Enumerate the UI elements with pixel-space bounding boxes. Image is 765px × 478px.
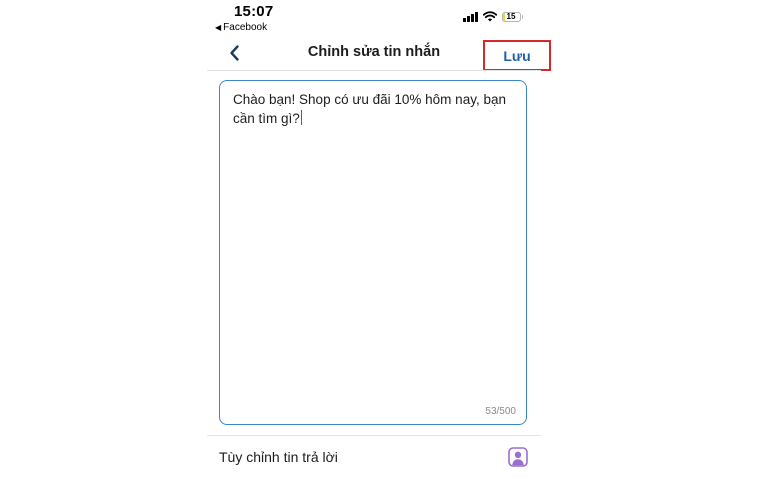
back-to-app-link[interactable]: ◀ Facebook [215,22,267,33]
status-icons: 15 [463,11,523,22]
header-divider [207,70,541,71]
custom-reply-label: Tùy chỉnh tin trả lời [219,449,338,465]
wifi-icon [482,11,497,22]
message-text-field[interactable]: Chào bạn! Shop có ưu đãi 10% hôm nay, bạ… [233,90,518,128]
character-count: 53/500 [485,406,516,417]
battery-level: 15 [506,11,516,21]
message-text: Chào bạn! Shop có ưu đãi 10% hôm nay, bạ… [233,92,506,126]
editor-divider [207,435,541,436]
save-button[interactable]: Lưu [483,40,551,71]
message-editor[interactable]: Chào bạn! Shop có ưu đãi 10% hôm nay, bạ… [219,80,527,425]
person-icon[interactable] [508,447,528,467]
page: 15:07 ◀ Facebook 15 Chỉnh sửa tin nhắn L… [0,0,765,478]
back-to-app-label: Facebook [223,22,268,33]
battery-fill [502,12,506,21]
text-caret [300,110,303,125]
custom-reply-row[interactable]: Tùy chỉnh tin trả lời [207,438,541,476]
battery-tip [521,14,523,19]
phone-screen: 15:07 ◀ Facebook 15 Chỉnh sửa tin nhắn L… [207,0,551,478]
status-time: 15:07 [234,3,274,20]
cellular-signal-icon [463,11,478,22]
back-triangle-icon: ◀ [215,23,222,32]
battery-icon: 15 [501,11,521,22]
